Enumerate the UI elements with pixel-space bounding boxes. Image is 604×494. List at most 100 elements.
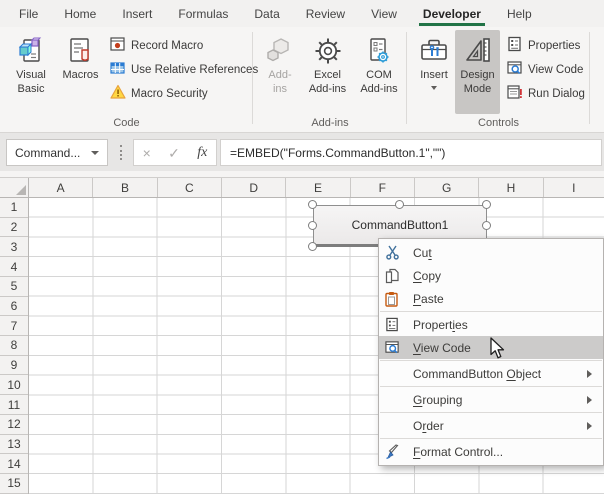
- add-ins-button[interactable]: Add- ins: [258, 30, 302, 114]
- row-header[interactable]: 11: [0, 395, 28, 415]
- macros-button[interactable]: Macros: [57, 30, 104, 114]
- row-header[interactable]: 9: [0, 356, 28, 376]
- add-ins-icon: [265, 33, 295, 68]
- row-header[interactable]: 3: [0, 237, 28, 257]
- resize-handle-top-left[interactable]: [308, 200, 317, 209]
- column-header[interactable]: C: [158, 178, 222, 197]
- menu-item-copy[interactable]: Copy: [379, 264, 603, 287]
- name-box-value: Command...: [7, 146, 91, 160]
- insert-dropdown-icon[interactable]: [431, 86, 437, 90]
- tab-data[interactable]: Data: [241, 0, 292, 27]
- column-header[interactable]: B: [93, 178, 157, 197]
- menu-item-grouping[interactable]: Grouping: [379, 388, 603, 411]
- menu-item-label: View Code: [413, 341, 471, 355]
- row-header[interactable]: 2: [0, 218, 28, 238]
- use-relative-references-button[interactable]: Use Relative References: [106, 58, 262, 82]
- macros-label: Macros: [62, 68, 98, 82]
- visual-basic-label: Basic: [18, 82, 45, 96]
- code-small-buttons: Record Macro Use Relative References: [106, 34, 262, 106]
- insert-function-icon[interactable]: fx: [197, 145, 207, 161]
- resize-handle-top-right[interactable]: [482, 200, 491, 209]
- tab-insert[interactable]: Insert: [109, 0, 165, 27]
- row-header[interactable]: 13: [0, 435, 28, 455]
- menu-item-label: CommandButton Object: [413, 367, 541, 381]
- formula-input[interactable]: =EMBED("Forms.CommandButton.1",""): [220, 139, 602, 166]
- visual-basic-icon: [16, 33, 46, 68]
- name-box[interactable]: Command...: [6, 139, 108, 166]
- run-dialog-button[interactable]: Run Dialog: [503, 82, 589, 106]
- tab-help[interactable]: Help: [494, 0, 545, 27]
- formula-bar-resize-strip: [0, 171, 604, 178]
- tab-home[interactable]: Home: [51, 0, 109, 27]
- design-mode-icon: [463, 33, 493, 68]
- view-code-label: View Code: [528, 64, 583, 76]
- cancel-icon[interactable]: ×: [143, 146, 151, 160]
- row-header[interactable]: 5: [0, 277, 28, 297]
- insert-control-label: Insert: [420, 68, 448, 82]
- column-header[interactable]: A: [29, 178, 93, 197]
- group-label-code: Code: [0, 117, 253, 129]
- column-header[interactable]: E: [286, 178, 350, 197]
- tab-developer[interactable]: Developer: [410, 0, 494, 27]
- row-header[interactable]: 8: [0, 336, 28, 356]
- enter-icon[interactable]: ✓: [168, 146, 180, 160]
- row-header[interactable]: 6: [0, 297, 28, 317]
- menu-item-order[interactable]: Order: [379, 414, 603, 437]
- insert-control-button[interactable]: Insert: [413, 30, 455, 114]
- select-all-corner[interactable]: [0, 178, 29, 198]
- design-mode-button[interactable]: Design Mode: [455, 30, 500, 114]
- menu-separator: [380, 412, 602, 413]
- menu-item-properties[interactable]: Properties: [379, 313, 603, 336]
- ribbon: Visual Basic Macros: [0, 27, 604, 133]
- relative-references-icon: [110, 60, 126, 81]
- row-header[interactable]: 12: [0, 415, 28, 435]
- tab-view[interactable]: View: [358, 0, 410, 27]
- row-header[interactable]: 1: [0, 198, 28, 218]
- resize-handle-top-center[interactable]: [395, 200, 404, 209]
- column-header[interactable]: H: [479, 178, 543, 197]
- formula-bar: Command... × ✓ fx =EMBED("Forms.CommandB…: [0, 133, 604, 171]
- controls-small-buttons: Properties View Code: [503, 34, 589, 106]
- row-header[interactable]: 7: [0, 316, 28, 336]
- add-ins-label: ins: [273, 82, 287, 96]
- properties-icon: [379, 317, 405, 332]
- row-header[interactable]: 4: [0, 257, 28, 277]
- ribbon-group-controls: Insert Design Mode: [407, 27, 590, 132]
- menu-item-label: Grouping: [413, 393, 462, 407]
- com-add-ins-icon: [364, 33, 394, 68]
- column-header[interactable]: G: [415, 178, 479, 197]
- name-box-dropdown-icon[interactable]: [91, 151, 99, 155]
- tab-review[interactable]: Review: [293, 0, 358, 27]
- tab-file[interactable]: File: [6, 0, 51, 27]
- tab-formulas[interactable]: Formulas: [165, 0, 241, 27]
- com-add-ins-button[interactable]: COM Add-ins: [353, 30, 405, 114]
- properties-button[interactable]: Properties: [503, 34, 589, 58]
- properties-icon: [507, 36, 523, 57]
- design-mode-label: Design: [460, 68, 494, 82]
- resize-handle-mid-left[interactable]: [308, 221, 317, 230]
- column-header[interactable]: D: [222, 178, 286, 197]
- macro-security-button[interactable]: Macro Security: [106, 82, 262, 106]
- resize-handle-mid-right[interactable]: [482, 221, 491, 230]
- column-header[interactable]: I: [544, 178, 604, 197]
- column-headers: A B C D E F G H I: [29, 178, 604, 198]
- view-code-button[interactable]: View Code: [503, 58, 589, 82]
- row-header[interactable]: 10: [0, 375, 28, 395]
- visual-basic-button[interactable]: Visual Basic: [6, 30, 56, 114]
- excel-add-ins-label: Excel: [314, 68, 341, 82]
- menu-item-cut[interactable]: Cut: [379, 241, 603, 264]
- row-header[interactable]: 14: [0, 454, 28, 474]
- row-header[interactable]: 15: [0, 474, 28, 494]
- resize-handle-bottom-left[interactable]: [308, 242, 317, 251]
- menu-item-label: Copy: [413, 269, 441, 283]
- column-header[interactable]: F: [351, 178, 415, 197]
- excel-add-ins-button[interactable]: Excel Add-ins: [302, 30, 353, 114]
- menu-item-format-control[interactable]: Format Control...: [379, 440, 603, 463]
- menu-item-paste[interactable]: Paste: [379, 287, 603, 310]
- ribbon-group-addins: Add- ins Excel: [253, 27, 407, 132]
- menu-separator: [380, 311, 602, 312]
- ribbon-tab-bar: File Home Insert Formulas Data Review Vi…: [0, 0, 604, 27]
- format-control-icon: [379, 444, 405, 460]
- record-macro-button[interactable]: Record Macro: [106, 34, 262, 58]
- mouse-cursor: [489, 337, 507, 366]
